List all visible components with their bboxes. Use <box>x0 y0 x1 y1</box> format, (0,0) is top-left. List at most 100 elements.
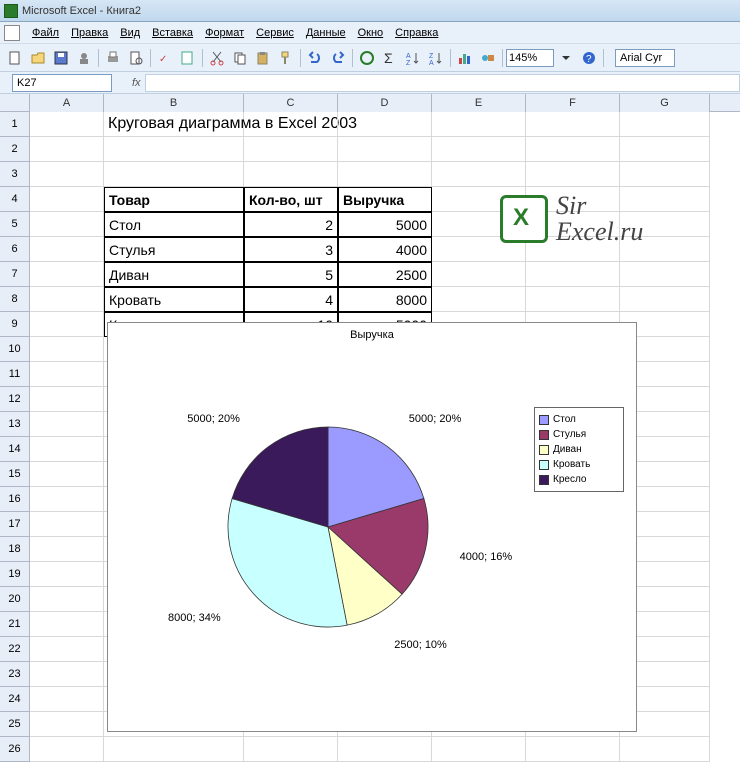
new-doc-button[interactable] <box>4 47 26 69</box>
paste-button[interactable] <box>252 47 274 69</box>
cell[interactable] <box>30 737 104 762</box>
cell[interactable] <box>526 137 620 162</box>
cell[interactable] <box>30 287 104 312</box>
cell[interactable]: 8000 <box>338 287 432 312</box>
cell[interactable] <box>620 237 710 262</box>
cell[interactable] <box>30 187 104 212</box>
cell[interactable] <box>338 162 432 187</box>
cell[interactable] <box>620 162 710 187</box>
cell[interactable] <box>526 162 620 187</box>
row-header[interactable]: 26 <box>0 737 30 762</box>
cell[interactable] <box>104 162 244 187</box>
row-header[interactable]: 6 <box>0 237 30 262</box>
cell[interactable] <box>432 237 526 262</box>
menu-format[interactable]: Формат <box>199 25 250 41</box>
cell[interactable] <box>30 237 104 262</box>
cell[interactable] <box>432 737 526 762</box>
select-all-corner[interactable] <box>0 94 30 112</box>
permission-button[interactable] <box>73 47 95 69</box>
row-header[interactable]: 10 <box>0 337 30 362</box>
cell[interactable] <box>30 387 104 412</box>
cell[interactable] <box>432 137 526 162</box>
font-selector[interactable]: Arial Cyr <box>615 49 675 67</box>
cell[interactable] <box>30 587 104 612</box>
row-header[interactable]: 25 <box>0 712 30 737</box>
cell[interactable] <box>432 187 526 212</box>
cut-button[interactable] <box>206 47 228 69</box>
cell[interactable] <box>526 262 620 287</box>
sort-asc-button[interactable]: AZ <box>402 47 424 69</box>
cell[interactable] <box>620 112 710 137</box>
cell[interactable] <box>30 112 104 137</box>
cell[interactable] <box>526 737 620 762</box>
cell[interactable]: 4000 <box>338 237 432 262</box>
cell[interactable] <box>432 287 526 312</box>
cell[interactable]: Кровать <box>104 287 244 312</box>
row-header[interactable]: 19 <box>0 562 30 587</box>
cell[interactable] <box>620 287 710 312</box>
row-header[interactable]: 17 <box>0 512 30 537</box>
cell[interactable] <box>30 662 104 687</box>
cell[interactable] <box>620 212 710 237</box>
cell[interactable] <box>30 562 104 587</box>
menu-window[interactable]: Окно <box>352 25 390 41</box>
cell[interactable] <box>104 137 244 162</box>
cell[interactable] <box>526 187 620 212</box>
research-button[interactable] <box>177 47 199 69</box>
cell[interactable] <box>526 212 620 237</box>
cell[interactable]: 2500 <box>338 262 432 287</box>
row-header[interactable]: 1 <box>0 112 30 137</box>
row-header[interactable]: 13 <box>0 412 30 437</box>
cell[interactable] <box>620 187 710 212</box>
cell[interactable] <box>104 737 244 762</box>
cell[interactable] <box>432 112 526 137</box>
row-header[interactable]: 8 <box>0 287 30 312</box>
row-header[interactable]: 2 <box>0 137 30 162</box>
cell[interactable] <box>30 637 104 662</box>
cell[interactable]: Товар <box>104 187 244 212</box>
cell[interactable] <box>30 162 104 187</box>
open-button[interactable] <box>27 47 49 69</box>
undo-button[interactable] <box>304 47 326 69</box>
spelling-button[interactable]: ✓ <box>154 47 176 69</box>
cell[interactable] <box>526 237 620 262</box>
menu-view[interactable]: Вид <box>114 25 146 41</box>
row-header[interactable]: 4 <box>0 187 30 212</box>
cell[interactable]: 4 <box>244 287 338 312</box>
autosum-button[interactable]: Σ <box>379 47 401 69</box>
row-header[interactable]: 16 <box>0 487 30 512</box>
format-painter-button[interactable] <box>275 47 297 69</box>
name-box[interactable]: K27 <box>12 74 112 92</box>
formula-bar[interactable] <box>145 74 740 92</box>
cell[interactable] <box>526 112 620 137</box>
cell[interactable] <box>30 462 104 487</box>
menu-file[interactable]: Файл <box>26 25 65 41</box>
cell[interactable]: Стол <box>104 212 244 237</box>
chart-wizard-button[interactable] <box>454 47 476 69</box>
col-header-c[interactable]: C <box>244 94 338 112</box>
menu-data[interactable]: Данные <box>300 25 352 41</box>
cell[interactable] <box>30 137 104 162</box>
redo-button[interactable] <box>327 47 349 69</box>
col-header-a[interactable]: A <box>30 94 104 112</box>
cell[interactable] <box>30 437 104 462</box>
cell[interactable] <box>338 112 432 137</box>
col-header-f[interactable]: F <box>526 94 620 112</box>
cell[interactable] <box>620 262 710 287</box>
cell[interactable] <box>30 337 104 362</box>
drawing-button[interactable] <box>477 47 499 69</box>
zoom-selector[interactable]: 145% <box>506 49 554 67</box>
cell[interactable] <box>30 262 104 287</box>
cell[interactable]: 2 <box>244 212 338 237</box>
cell[interactable] <box>30 487 104 512</box>
menu-tools[interactable]: Сервис <box>250 25 300 41</box>
cell[interactable] <box>526 287 620 312</box>
cell[interactable] <box>30 212 104 237</box>
row-header[interactable]: 18 <box>0 537 30 562</box>
help-button[interactable]: ? <box>578 47 600 69</box>
cell[interactable]: Диван <box>104 262 244 287</box>
cell[interactable] <box>432 162 526 187</box>
col-header-e[interactable]: E <box>432 94 526 112</box>
col-header-b[interactable]: B <box>104 94 244 112</box>
cell[interactable] <box>338 737 432 762</box>
